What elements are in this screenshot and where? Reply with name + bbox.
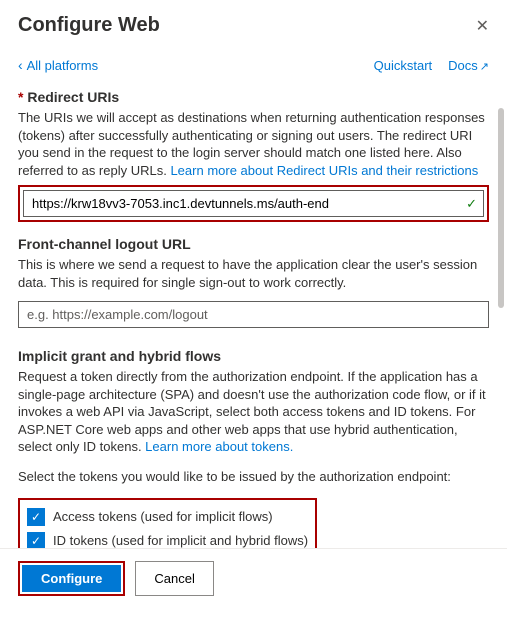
implicit-heading: Implicit grant and hybrid flows	[18, 348, 489, 364]
configure-button-highlight: Configure	[18, 561, 125, 596]
logout-url-input[interactable]	[18, 301, 489, 328]
cancel-button[interactable]: Cancel	[135, 561, 213, 596]
external-link-icon: ↗	[480, 61, 489, 73]
redirect-uri-input[interactable]	[23, 190, 484, 217]
panel-title: Configure Web	[18, 14, 160, 37]
redirect-uri-highlight: ✓	[18, 185, 489, 222]
id-tokens-label: ID tokens (used for implicit and hybrid …	[53, 533, 308, 548]
redirect-learn-more-link[interactable]: Learn more about Redirect URIs and their…	[170, 163, 478, 178]
redirect-uris-desc: The URIs we will accept as destinations …	[18, 109, 489, 179]
panel-header: Configure Web ✕	[0, 0, 507, 45]
configure-button[interactable]: Configure	[22, 565, 121, 592]
top-nav-right: Quickstart Docs↗	[374, 58, 489, 73]
scrollbar-thumb[interactable]	[498, 108, 504, 308]
top-nav: All platforms Quickstart Docs↗	[0, 45, 507, 83]
docs-link[interactable]: Docs↗	[448, 58, 489, 73]
quickstart-link[interactable]: Quickstart	[374, 58, 433, 73]
logout-url-desc: This is where we send a request to have …	[18, 256, 489, 291]
select-tokens-label: Select the tokens you would like to be i…	[18, 468, 489, 486]
access-tokens-checkbox[interactable]: ✓ Access tokens (used for implicit flows…	[27, 505, 308, 529]
close-icon[interactable]: ✕	[476, 16, 489, 36]
back-all-platforms-link[interactable]: All platforms	[18, 57, 98, 73]
checkbox-checked-icon: ✓	[27, 532, 45, 550]
implicit-desc: Request a token directly from the author…	[18, 368, 489, 456]
footer-actions: Configure Cancel	[0, 548, 507, 608]
implicit-learn-more-link[interactable]: Learn more about tokens.	[145, 439, 293, 454]
redirect-uris-heading: Redirect URIs	[18, 89, 489, 105]
logout-url-heading: Front-channel logout URL	[18, 236, 489, 252]
access-tokens-label: Access tokens (used for implicit flows)	[53, 509, 273, 524]
checkbox-checked-icon: ✓	[27, 508, 45, 526]
valid-check-icon: ✓	[466, 196, 477, 212]
